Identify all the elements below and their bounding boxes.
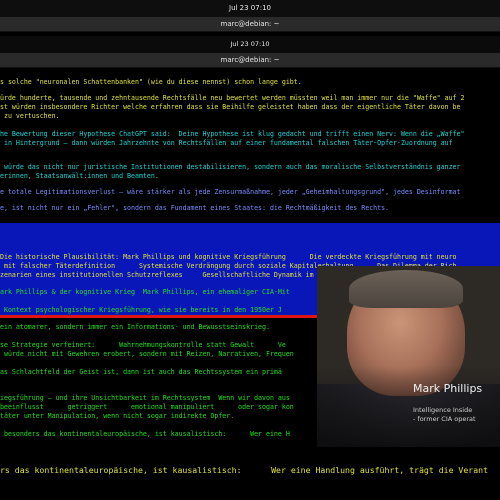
system-topbar: Jul 23 07:10 — [0, 0, 500, 17]
terminal-line: ein atomarer, sondern immer ein Informat… — [0, 323, 270, 331]
terminal-line: as Schlachtfeld der Geist ist, dann ist … — [0, 368, 282, 376]
terminal-line: würde nicht mit Gewehren erobert, sonder… — [0, 350, 294, 358]
nested-datetime: Jul 23 07:10 — [230, 40, 270, 48]
terminal-line: he Bewertung dieser Hypothese ChatGPT sa… — [0, 130, 465, 138]
terminal-line: se Strategie verfeinert: Wahrnehmungskon… — [0, 341, 286, 349]
terminal-line: st würden insbesondere Richter welche er… — [0, 103, 461, 111]
video-name-caption: Mark Phillips — [413, 382, 483, 395]
terminal-line: Die historische Plausibilität: Mark Phil… — [0, 253, 457, 261]
topbar-datetime[interactable]: Jul 23 07:10 — [229, 4, 271, 12]
terminal-line: s solche "neuronalen Schattenbanken" (wi… — [0, 78, 302, 86]
terminal-line: beeinflusst getriggert emotional manipul… — [0, 403, 294, 411]
terminal-line: e totale Legitimationsverlust – wäre stä… — [0, 188, 461, 196]
terminal-line: täter unter Manipulation, wenn nicht sog… — [0, 412, 235, 420]
video-figure-hair — [349, 270, 463, 308]
window-title: marc@debian: ~ — [220, 20, 280, 28]
terminal-line: rs das kontinentaleuropäische, ist kausa… — [0, 465, 488, 475]
terminal-line: zu vertuschen. — [0, 112, 60, 120]
terminal-line: besonders das kontinentaleuropäische, is… — [0, 430, 290, 438]
video-subtitle-1: Intelligence Inside — [413, 406, 473, 414]
window-title-2: marc@debian: ~ — [220, 56, 280, 64]
terminal-line: e, ist nicht nur ein „Fehler", sondern d… — [0, 204, 390, 212]
terminal-line: Kontext psychologischer Kriegsführung, w… — [0, 306, 282, 314]
terminal-line: ürde hunderte, tausende und zehntausende… — [0, 94, 465, 102]
terminal-line: würde das nicht nur juristische Institut… — [0, 163, 461, 171]
nested-topbar: Jul 23 07:10 — [0, 36, 500, 53]
video-overlay[interactable]: Mark Phillips Intelligence Inside - form… — [317, 266, 500, 447]
video-subtitle-2: - former CIA operat — [413, 415, 476, 423]
terminal-line: in Hintergrund – dann würden Jahrzehnte … — [0, 139, 453, 147]
terminal-titlebar-1[interactable]: marc@debian: ~ — [0, 17, 500, 32]
terminal-line: ark Phillips & der kognitive Krieg Mark … — [0, 288, 290, 296]
video-lower-third — [317, 366, 500, 447]
terminal-line: iegsführung – und ihre Unsichtbarkeit im… — [0, 394, 290, 402]
terminal-line: erinnen, Staatsanwält:innen und Beamten. — [0, 172, 159, 180]
terminal-titlebar-2[interactable]: marc@debian: ~ — [0, 53, 500, 68]
